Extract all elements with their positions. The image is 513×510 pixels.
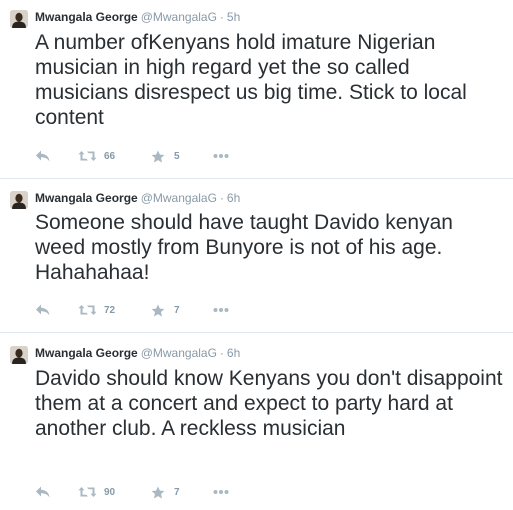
favorite-count: 5 [174,150,180,162]
tweet-2[interactable]: Mwangala George @MwangalaG · 6h Someone sho… [0,179,513,332]
avatar[interactable] [10,191,28,209]
more-button[interactable] [213,484,237,500]
retweet-icon [78,486,97,498]
retweet-count: 90 [104,486,116,498]
more-icon [213,153,229,159]
avatar[interactable] [10,10,28,28]
avatar[interactable] [10,346,28,364]
tweet-text: A number ofKenyans hold imature Nigerian… [35,31,467,129]
tweet-actions: 66 5 [35,148,237,164]
favorite-count: 7 [174,486,180,498]
retweet-button[interactable]: 72 [78,302,151,318]
header-separator: · [219,10,224,24]
author-name[interactable]: Mwangala George [35,10,138,24]
retweet-button[interactable]: 90 [78,484,151,500]
tweet-timestamp[interactable]: 6h [227,346,240,360]
author-handle[interactable]: @MwangalaG [141,10,217,24]
reply-button[interactable] [35,302,78,318]
tweet-header: Mwangala George @MwangalaG · 5h [35,10,240,24]
tweet-header: Mwangala George @MwangalaG · 6h [35,191,240,205]
tweet-actions: 90 7 [35,484,237,500]
more-button[interactable] [213,148,237,164]
more-icon [213,489,229,495]
favorite-count: 7 [174,304,180,316]
retweet-count: 72 [104,304,116,316]
favorite-button[interactable]: 7 [151,484,213,500]
more-button[interactable] [213,302,237,318]
reply-icon [35,149,51,163]
header-separator: · [219,191,224,205]
reply-icon [35,303,51,317]
author-handle[interactable]: @MwangalaG [141,346,217,360]
favorite-button[interactable]: 5 [151,148,213,164]
author-handle[interactable]: @MwangalaG [141,191,217,205]
tweet-timestamp[interactable]: 5h [227,10,240,24]
retweet-icon [78,150,97,162]
reply-icon [35,485,51,499]
tweet-3[interactable]: Mwangala George @MwangalaG · 6h Davido shou… [0,333,513,510]
author-name[interactable]: Mwangala George [35,346,138,360]
tweet-1[interactable]: Mwangala George @MwangalaG · 5h A number of… [0,0,513,178]
favorite-button[interactable]: 7 [151,302,213,318]
star-icon [151,304,165,317]
author-name[interactable]: Mwangala George [35,191,138,205]
retweet-icon [78,304,97,316]
retweet-button[interactable]: 66 [78,148,151,164]
tweet-text: Davido should know Kenyans you don't dis… [35,367,503,440]
header-separator: · [219,346,224,360]
star-icon [151,486,165,499]
reply-button[interactable] [35,148,78,164]
star-icon [151,150,165,163]
more-icon [213,307,229,313]
reply-button[interactable] [35,484,78,500]
tweet-timestamp[interactable]: 6h [227,191,240,205]
retweet-count: 66 [104,150,116,162]
tweet-actions: 72 7 [35,302,237,318]
tweet-text: Someone should have taught Davido kenyan… [35,211,453,284]
tweet-header: Mwangala George @MwangalaG · 6h [35,346,240,360]
